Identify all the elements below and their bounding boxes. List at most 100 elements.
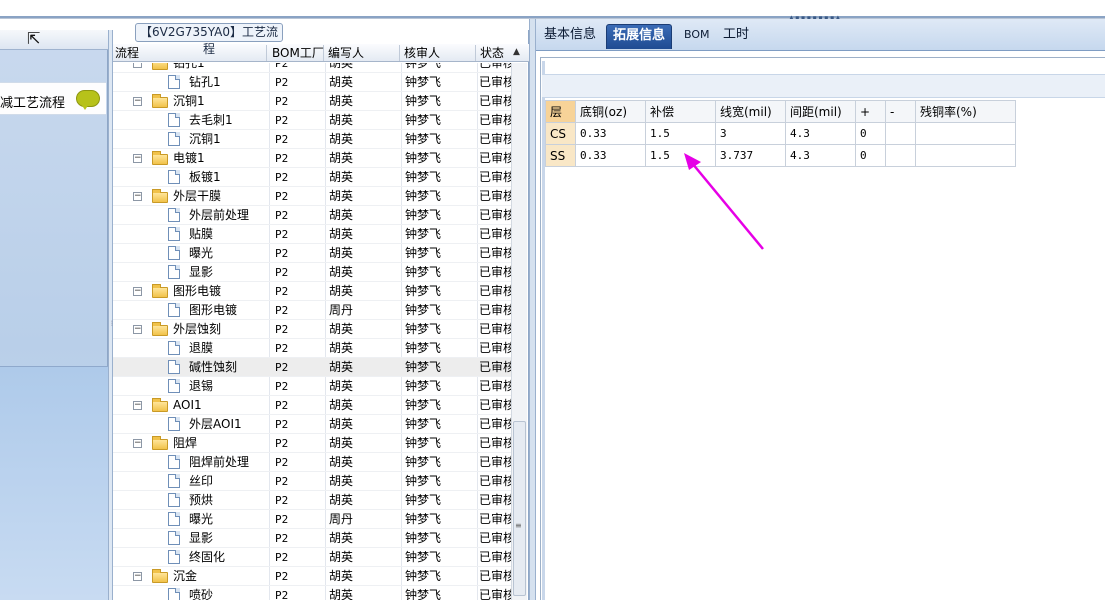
row-auditor: 钟梦飞 [405,63,442,70]
cell-layer[interactable]: CS [545,122,576,145]
row-auditor: 钟梦飞 [405,94,442,108]
table-row[interactable]: 退膜 P2 胡英 钟梦飞 已审核 [113,339,511,358]
table-row[interactable]: − AOI1 P2 胡英 钟梦飞 已审核 [113,396,511,415]
row-name: 贴膜 [189,227,214,241]
table-row[interactable]: 终固化 P2 胡英 钟梦飞 已审核 [113,548,511,567]
vertical-scrollbar[interactable]: ≡ [511,63,527,600]
th-residual-copper[interactable]: 残铜率(%) [915,100,1016,123]
th-minus[interactable]: - [885,100,916,123]
collapse-toggle-icon[interactable]: − [133,572,142,581]
collapse-toggle-icon[interactable]: − [133,401,142,410]
cell-compensation[interactable]: 1.5 [645,122,716,145]
row-auditor: 钟梦飞 [405,227,442,241]
table-row[interactable]: − 外层蚀刻 P2 胡英 钟梦飞 已审核 [113,320,511,339]
table-row[interactable]: 丝印 P2 胡英 钟梦飞 已审核 [113,472,511,491]
table-row[interactable]: 图形电镀 P2 周丹 钟梦飞 已审核 [113,301,511,320]
table-row[interactable]: 曝光 P2 周丹 钟梦飞 已审核 [113,510,511,529]
th-base-copper[interactable]: 底铜(oz) [575,100,646,123]
th-layer[interactable]: 层 [545,100,576,123]
cell-line-width[interactable]: 3.737 [715,144,786,167]
th-compensation[interactable]: 补偿 [645,100,716,123]
table-row[interactable]: − 沉金 P2 胡英 钟梦飞 已审核 [113,567,511,586]
row-auditor: 钟梦飞 [405,550,442,564]
row-name: 曝光 [189,246,214,260]
tab-bom[interactable]: BOM [678,24,716,49]
cell-layer[interactable]: SS [545,144,576,167]
cell-base-copper[interactable]: 0.33 [575,144,646,167]
table-row[interactable]: 钻孔1 P2 胡英 钟梦飞 已审核 [113,73,511,92]
table-row[interactable]: 板镀1 P2 胡英 钟梦飞 已审核 [113,168,511,187]
content-subheader [542,74,1105,98]
table-row[interactable]: 贴膜 P2 胡英 钟梦飞 已审核 [113,225,511,244]
table-row[interactable]: 阻焊前处理 P2 胡英 钟梦飞 已审核 [113,453,511,472]
table-row[interactable]: − 阻焊 P2 胡英 钟梦飞 已审核 [113,434,511,453]
table-row[interactable]: 外层前处理 P2 胡英 钟梦飞 已审核 [113,206,511,225]
table-row[interactable]: 沉铜1 P2 胡英 钟梦飞 已审核 [113,130,511,149]
table-row[interactable]: − 图形电镀 P2 胡英 钟梦飞 已审核 [113,282,511,301]
cell-spacing[interactable]: 4.3 [785,144,856,167]
table-row[interactable]: − 沉铜1 P2 胡英 钟梦飞 已审核 [113,92,511,111]
folder-icon [152,189,168,203]
cell-plus[interactable]: 0 [855,122,886,145]
row-auditor: 钟梦飞 [405,322,442,336]
cell-minus[interactable] [885,144,916,167]
table-row[interactable]: 去毛刺1 P2 胡英 钟梦飞 已审核 [113,111,511,130]
table-row[interactable]: 喷砂 P2 胡英 钟梦飞 已审核 [113,586,511,600]
row-writer: 胡英 [329,208,354,222]
collapse-toggle-icon[interactable]: − [133,192,142,201]
row-factory: P2 [275,304,289,317]
tab-work-hours[interactable]: 工时 [717,24,755,49]
table-row[interactable]: 显影 P2 胡英 钟梦飞 已审核 [113,263,511,282]
collapse-toggle-icon[interactable]: − [133,63,142,68]
table-row[interactable]: − 电镀1 P2 胡英 钟梦飞 已审核 [113,149,511,168]
cell-spacing[interactable]: 4.3 [785,122,856,145]
row-status: 已审核 [479,436,511,450]
row-name: 阻焊前处理 [189,455,250,469]
col-header-auditor[interactable]: 核审人 [402,45,476,61]
grid-rows: − 钻孔1 P2 胡英 钟梦飞 已审核 钻孔1 P2 胡英 钟梦飞 已审核 − 沉铜1 P2 胡英 钟梦飞 已审… [113,63,511,600]
right-splitter[interactable] [529,19,536,600]
row-writer: 胡英 [329,588,354,600]
cell-minus[interactable] [885,122,916,145]
table-row[interactable]: 显影 P2 胡英 钟梦飞 已审核 [113,529,511,548]
collapse-toggle-icon[interactable]: − [133,97,142,106]
table-row[interactable]: 曝光 P2 胡英 钟梦飞 已审核 [113,244,511,263]
cell-line-width[interactable]: 3 [715,122,786,145]
collapse-toggle-icon[interactable]: − [133,325,142,334]
table-row[interactable]: − 外层干膜 P2 胡英 钟梦飞 已审核 [113,187,511,206]
cell-base-copper[interactable]: 0.33 [575,122,646,145]
collapse-toggle-icon[interactable]: − [133,439,142,448]
scrollbar-thumb[interactable] [513,421,526,596]
row-writer: 胡英 [329,417,354,431]
col-header-flow[interactable]: 流程 [113,45,267,61]
chat-bubble-icon[interactable] [76,90,100,110]
document-icon [168,512,180,526]
row-status: 已审核 [479,246,511,260]
table-row[interactable]: 碱性蚀刻 P2 胡英 钟梦飞 已审核 [113,358,511,377]
document-icon [168,550,180,564]
cell-residual-copper[interactable] [915,144,1016,167]
table-row[interactable]: 外层AOI1 P2 胡英 钟梦飞 已审核 [113,415,511,434]
col-header-status[interactable]: 状态 [478,45,512,61]
collapse-toggle-icon[interactable]: − [133,154,142,163]
col-header-writer[interactable]: 编写人 [326,45,400,61]
th-plus[interactable]: + [855,100,886,123]
th-line-width[interactable]: 线宽(mil) [715,100,786,123]
row-factory: P2 [275,76,289,89]
table-row[interactable]: SS 0.33 1.5 3.737 4.3 0 [545,144,1016,167]
table-row[interactable]: 退锡 P2 胡英 钟梦飞 已审核 [113,377,511,396]
cell-compensation[interactable]: 1.5 [645,144,716,167]
row-name: 碱性蚀刻 [189,360,238,374]
table-row[interactable]: − 钻孔1 P2 胡英 钟梦飞 已审核 [113,63,511,73]
tab-extended-info[interactable]: 拓展信息 [606,24,673,49]
cell-residual-copper[interactable] [915,122,1016,145]
table-row[interactable]: CS 0.33 1.5 3 4.3 0 [545,122,1016,145]
row-auditor: 钟梦飞 [405,151,442,165]
table-row[interactable]: 预烘 P2 胡英 钟梦飞 已审核 [113,491,511,510]
col-header-bom-factory[interactable]: BOM工厂 [270,45,324,61]
th-spacing[interactable]: 间距(mil) [785,100,856,123]
tab-basic-info[interactable]: 基本信息 [538,24,602,49]
cell-plus[interactable]: 0 [855,144,886,167]
row-auditor: 钟梦飞 [405,132,442,146]
collapse-toggle-icon[interactable]: − [133,287,142,296]
